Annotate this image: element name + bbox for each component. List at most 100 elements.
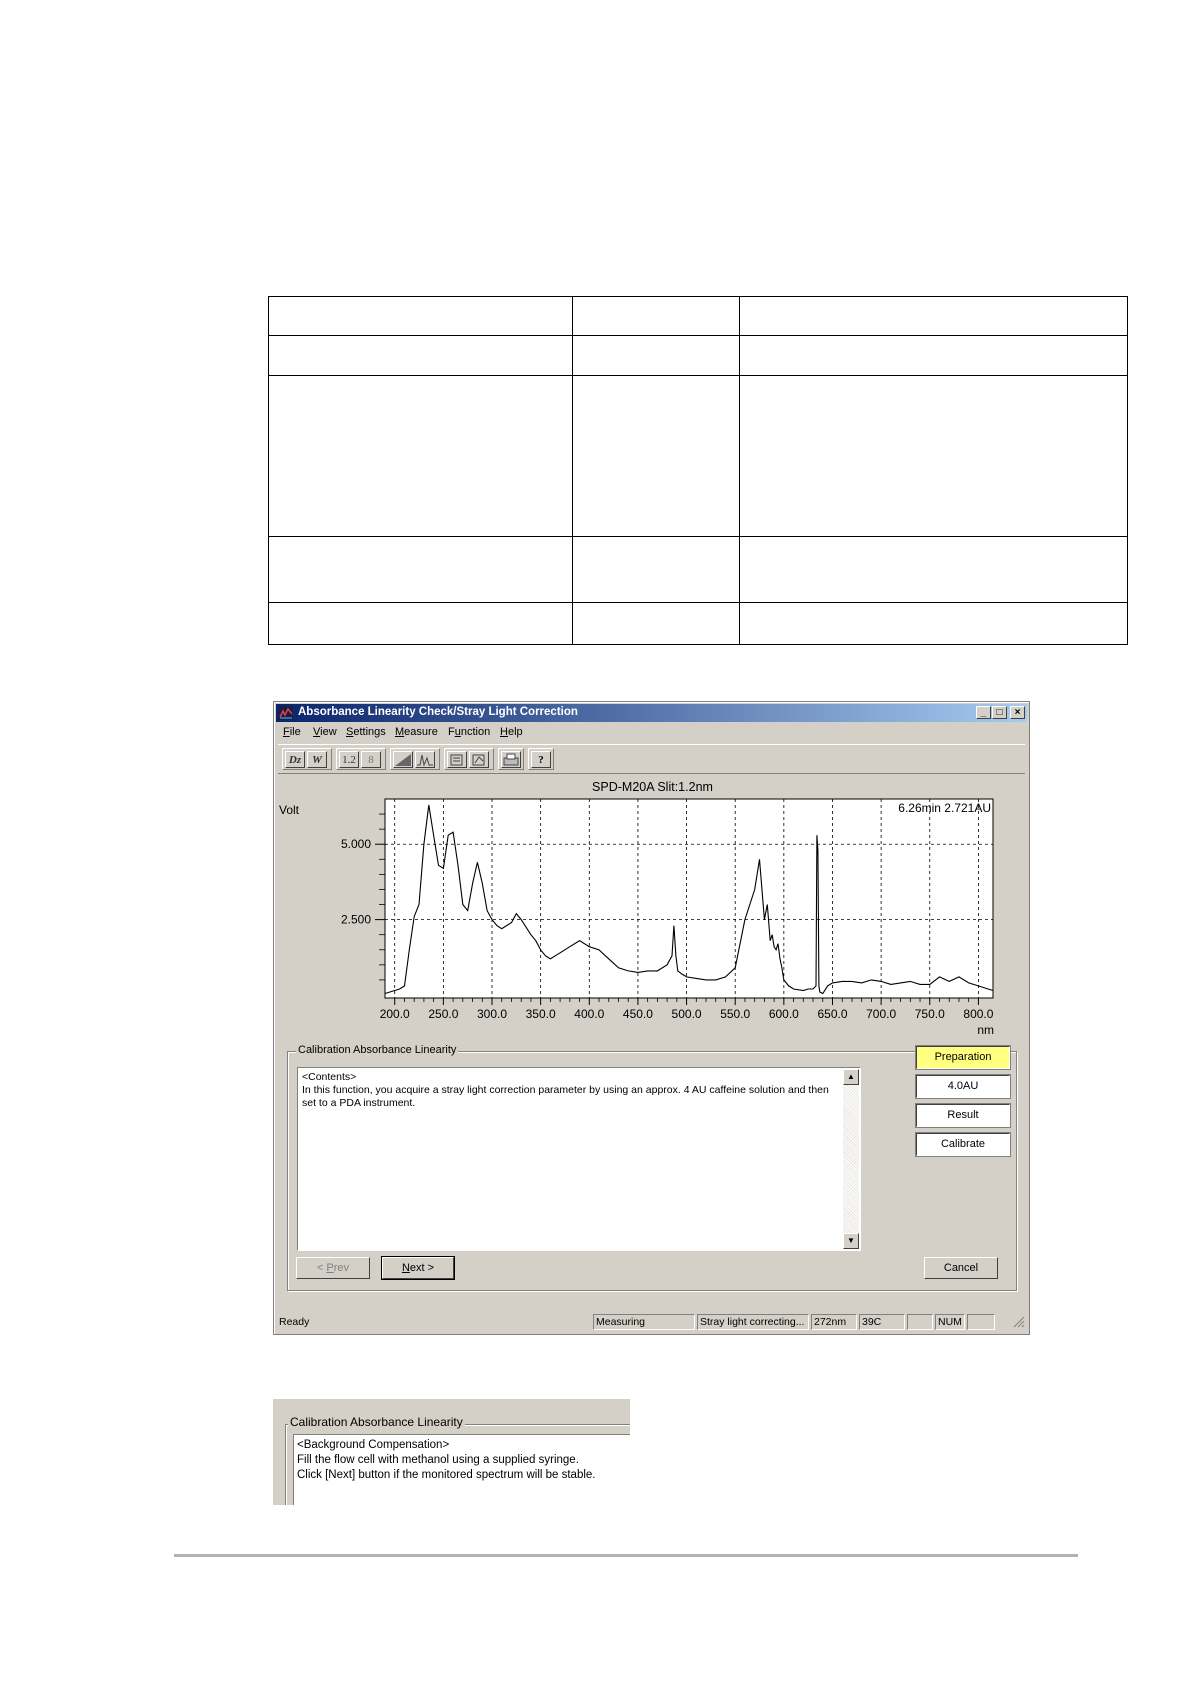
peak-icon[interactable] — [415, 751, 435, 768]
title-bar[interactable]: Absorbance Linearity Check/Stray Light C… — [276, 704, 1027, 722]
status-measuring: Measuring — [593, 1314, 695, 1330]
resize-grip-icon[interactable] — [1013, 1316, 1025, 1328]
w-icon[interactable]: W — [307, 751, 327, 768]
area-icon[interactable] — [393, 751, 413, 768]
status-ready: Ready — [279, 1316, 310, 1328]
x-tick-label: 250.0 — [428, 1007, 458, 1021]
contents-text: <Contents> In this function, you acquire… — [302, 1071, 838, 1110]
snippet-line: <Background Compensation> — [297, 1439, 450, 1451]
app-icon — [279, 706, 293, 720]
table-cell — [268, 602, 573, 645]
table-cell — [739, 335, 1128, 376]
menu-file[interactable]: File — [283, 726, 301, 738]
toolbar-group — [444, 748, 494, 770]
menu-settings[interactable]: Settings — [346, 726, 386, 738]
snippet-text: <Background Compensation> Fill the flow … — [297, 1438, 596, 1483]
table-cell — [739, 536, 1128, 603]
x-tick-label: 200.0 — [380, 1007, 410, 1021]
table-cell — [572, 375, 740, 537]
toolbar-group: 1.2 8 — [336, 748, 386, 770]
table-cell — [739, 296, 1128, 336]
menu-help[interactable]: Help — [500, 726, 523, 738]
y-axis-ticks: 5.000 2.500 — [341, 813, 385, 981]
help-icon[interactable]: ? — [531, 751, 551, 768]
table-cell — [739, 602, 1128, 645]
contents-body: In this function, you acquire a stray li… — [302, 1084, 832, 1109]
x-tick-label: 600.0 — [769, 1007, 799, 1021]
print-icon[interactable] — [501, 751, 521, 768]
table-cell — [739, 375, 1128, 537]
dz-icon[interactable]: Dz — [285, 751, 305, 768]
snippet-textarea[interactable]: <Background Compensation> Fill the flow … — [293, 1434, 630, 1505]
prev-button[interactable]: < Prev — [296, 1257, 370, 1279]
snippet-groupbox-label: Calibration Absorbance Linearity — [288, 1415, 465, 1429]
document-table — [268, 296, 1128, 645]
step-preparation-button[interactable]: Preparation — [915, 1045, 1011, 1070]
status-num: NUM — [935, 1314, 965, 1330]
x-tick-label: 550.0 — [720, 1007, 750, 1021]
footer-rule — [174, 1554, 1078, 1557]
groupbox-label: Calibration Absorbance Linearity — [296, 1044, 459, 1056]
contents-heading: <Contents> — [302, 1071, 357, 1083]
plot-area — [385, 799, 993, 998]
step-4au-button[interactable]: 4.0AU — [915, 1074, 1011, 1099]
table-cell — [572, 536, 740, 603]
contents-textarea[interactable]: <Contents> In this function, you acquire… — [297, 1067, 861, 1251]
x-tick-label: 650.0 — [817, 1007, 847, 1021]
decimal-icon[interactable]: 1.2 — [339, 751, 359, 768]
vertical-scrollbar[interactable]: ▲ ▼ — [843, 1069, 859, 1249]
status-blank-2 — [967, 1314, 995, 1330]
scroll-down-icon[interactable]: ▼ — [843, 1233, 859, 1249]
snippet-line: Fill the flow cell with methanol using a… — [297, 1454, 579, 1466]
x-tick-label: 450.0 — [623, 1007, 653, 1021]
table-cell — [572, 296, 740, 336]
scroll-up-icon[interactable]: ▲ — [843, 1069, 859, 1085]
toolbar: Dz W 1.2 8 ? — [278, 744, 1025, 774]
menu-view[interactable]: View — [313, 726, 337, 738]
table-cell — [572, 335, 740, 376]
status-stage: Stray light correcting... — [697, 1314, 809, 1330]
integer-icon[interactable]: 8 — [361, 751, 381, 768]
close-button[interactable]: × — [1010, 706, 1025, 719]
x-tick-label: 300.0 — [477, 1007, 507, 1021]
status-temperature: 39C — [859, 1314, 905, 1330]
menu-bar: File View Settings Measure Function Help — [278, 724, 1025, 742]
window-title: Absorbance Linearity Check/Stray Light C… — [298, 706, 578, 718]
next-button[interactable]: Next > — [381, 1256, 455, 1280]
step-result-button[interactable]: Result — [915, 1103, 1011, 1128]
cancel-button[interactable]: Cancel — [924, 1257, 998, 1279]
table-cell — [268, 335, 573, 376]
menu-function[interactable]: Function — [448, 726, 490, 738]
minimize-button[interactable]: _ — [976, 706, 991, 719]
x-tick-label: 800.0 — [963, 1007, 993, 1021]
snippet-line: Click [Next] button if the monitored spe… — [297, 1469, 596, 1481]
x-axis-label: nm — [977, 1023, 994, 1037]
x-tick-label: 400.0 — [574, 1007, 604, 1021]
application-window: Absorbance Linearity Check/Stray Light C… — [273, 701, 1030, 1335]
toolbar-group — [498, 748, 524, 770]
spectrum-chart: 200.0 250.0 300.0 350.0 400.0 450.0 500.0 550.0… — [279, 798, 994, 1037]
table-cell — [572, 602, 740, 645]
table-cell — [268, 536, 573, 603]
background-compensation-snippet: Calibration Absorbance Linearity <Backgr… — [273, 1399, 630, 1505]
table-cell — [268, 296, 573, 336]
x-axis-ticks: 200.0 250.0 300.0 350.0 400.0 450.0 500.0 550.0… — [380, 998, 994, 1021]
menu-measure[interactable]: Measure — [395, 726, 438, 738]
overlay-icon[interactable] — [447, 751, 467, 768]
y-tick-label: 5.000 — [341, 837, 371, 851]
toolbar-group — [390, 748, 440, 770]
x-tick-label: 350.0 — [526, 1007, 556, 1021]
toolbar-group: ? — [528, 748, 554, 770]
status-wavelength: 272nm — [811, 1314, 857, 1330]
toolbar-group: Dz W — [282, 748, 332, 770]
x-tick-label: 500.0 — [672, 1007, 702, 1021]
maximize-button[interactable]: □ — [992, 706, 1007, 719]
overlay-active-icon[interactable] — [469, 751, 489, 768]
x-tick-label: 750.0 — [915, 1007, 945, 1021]
status-blank — [907, 1314, 933, 1330]
status-bar: Ready Measuring Stray light correcting..… — [276, 1312, 1027, 1330]
step-calibrate-button[interactable]: Calibrate — [915, 1132, 1011, 1157]
table-cell — [268, 375, 573, 537]
chart-readout: 6.26min 2.721AU — [898, 801, 991, 815]
y-axis-label: Volt — [279, 803, 300, 817]
